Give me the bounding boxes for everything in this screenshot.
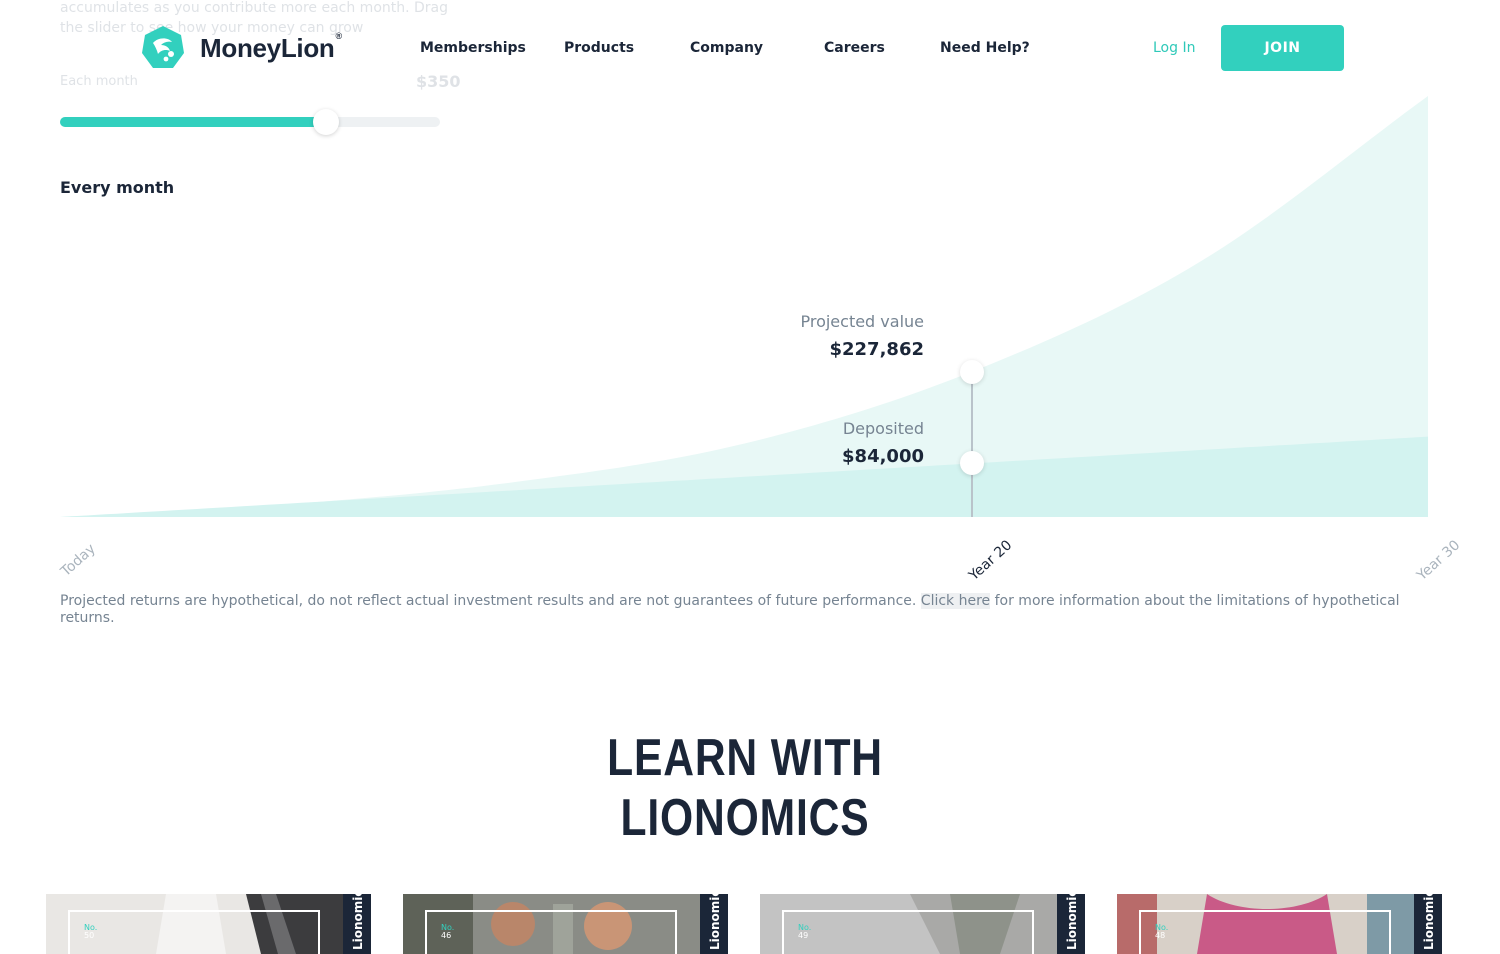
nav-company[interactable]: Company — [690, 40, 763, 56]
logo-wordmark: MoneyLion® — [200, 30, 342, 63]
article-frame — [782, 910, 1034, 954]
article-card-strip: Lionomics — [1414, 894, 1442, 954]
article-card[interactable]: Lionomics No. 49 — [760, 894, 1085, 954]
deposited-label: Deposited — [842, 419, 924, 438]
section-title: LEARN WITH LIONOMICS — [134, 728, 1356, 848]
x-tick-label: Year 30 — [1414, 537, 1464, 584]
article-card[interactable]: Lionomics No. 50 — [46, 894, 371, 954]
join-button[interactable]: JOIN — [1221, 25, 1344, 71]
x-tick-label: Year 20 — [966, 537, 1016, 584]
nav-memberships[interactable]: Memberships — [420, 40, 526, 56]
disclaimer: Projected returns are hypothetical, do n… — [60, 593, 1450, 627]
article-card-strip: Lionomics — [343, 894, 371, 954]
x-tick-label: Today — [58, 540, 99, 580]
moneylion-logo[interactable]: MoneyLion® — [140, 25, 342, 71]
disclaimer-link[interactable]: Click here — [920, 593, 991, 609]
article-frame — [68, 910, 320, 954]
section-title-line: LIONOMICS — [620, 789, 870, 847]
projected-value-amount: $227,862 — [829, 339, 924, 360]
article-card-strip: Lionomics — [1057, 894, 1085, 954]
nav-products[interactable]: Products — [564, 40, 634, 56]
site-header: MoneyLion® Memberships Products Company … — [0, 0, 1500, 96]
projected-point[interactable] — [960, 359, 984, 384]
disclaimer-text: Projected returns are hypothetical, do n… — [60, 593, 921, 609]
lion-logo-icon — [142, 26, 184, 68]
login-link[interactable]: Log In — [1153, 40, 1195, 56]
issue-number: 49 — [798, 931, 809, 940]
article-frame — [425, 910, 677, 954]
deposited-amount: $84,000 — [842, 446, 924, 467]
issue-number: 50 — [84, 931, 95, 940]
nav-need-help[interactable]: Need Help? — [940, 40, 1030, 56]
article-card-strip: Lionomics — [700, 894, 728, 954]
section-title-line: LEARN WITH — [607, 729, 883, 787]
article-frame — [1139, 910, 1391, 954]
nav-careers[interactable]: Careers — [824, 40, 885, 56]
issue-number: 46 — [441, 931, 452, 940]
article-card[interactable]: Lionomics No. 48 — [1117, 894, 1442, 954]
projected-value-label: Projected value — [800, 312, 924, 331]
article-card[interactable]: Lionomics No. 46 — [403, 894, 728, 954]
issue-number: 48 — [1155, 931, 1166, 940]
